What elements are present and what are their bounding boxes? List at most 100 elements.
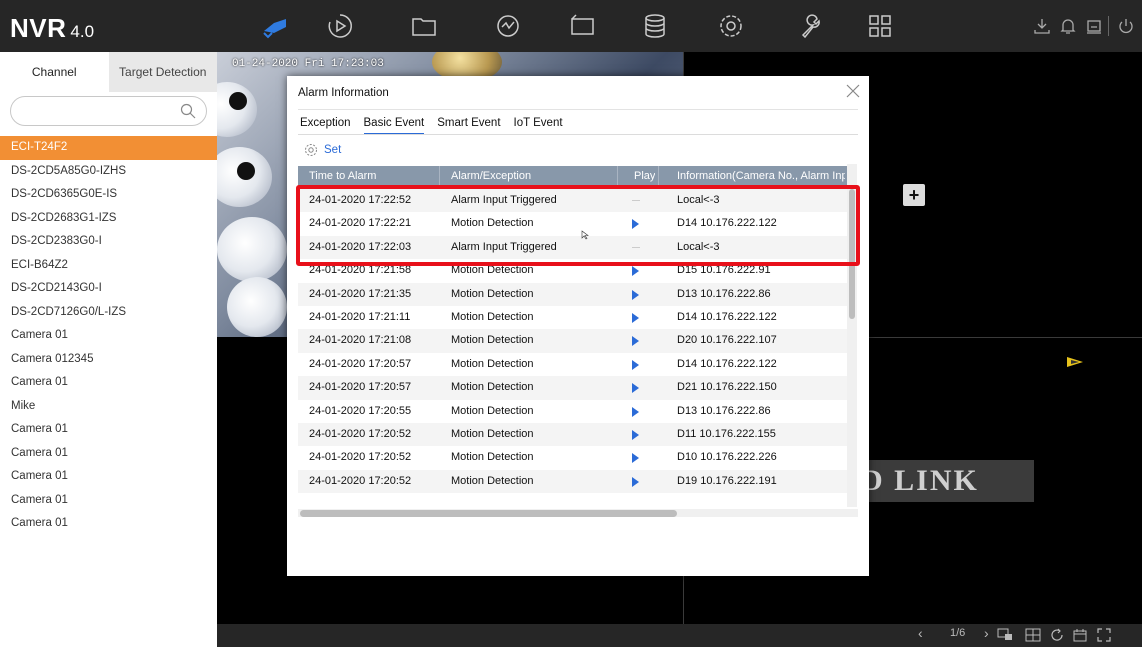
alarm-table-row[interactable]: 24-01-2020 17:20:57 Motion Detection D21 1…	[298, 376, 847, 400]
tab-iot-event[interactable]: IoT Event	[514, 117, 563, 135]
channel-list-item[interactable]: Mike	[0, 395, 217, 419]
refresh-icon[interactable]	[1049, 627, 1065, 643]
alarm-table-row[interactable]: 24-01-2020 17:20:52 Motion Detection D19 1…	[298, 469, 847, 494]
layout-grid-icon[interactable]	[1025, 628, 1041, 642]
bottom-toolbar: ‹ 1/6 ›	[217, 624, 1142, 647]
play-icon[interactable]	[632, 476, 639, 487]
alarm-event-cell: Motion Detection	[451, 474, 534, 487]
channel-list-item[interactable]: DS-2CD2683G1-IZS	[0, 207, 217, 231]
page-indicator: 1/6	[950, 627, 966, 639]
alarm-table-row[interactable]: 24-01-2020 17:20:52 Motion Detection D10 1…	[298, 446, 847, 469]
bell-icon[interactable]	[1058, 16, 1078, 36]
alarm-time-cell: 24-01-2020 17:20:55	[309, 404, 412, 417]
play-icon[interactable]	[632, 289, 639, 300]
storage-icon[interactable]	[637, 10, 673, 42]
play-icon[interactable]	[632, 312, 639, 323]
channel-list-item[interactable]: Camera 01	[0, 489, 217, 513]
alarm-table-row[interactable]: 24-01-2020 17:21:08 Motion Detection D20 1…	[298, 329, 847, 353]
column-header-time[interactable]: Time to Alarm	[309, 170, 376, 182]
alarm-table-row[interactable]: 24-01-2020 17:20:55 Motion Detection D13 1…	[298, 400, 847, 423]
channel-list-item[interactable]: Camera 01	[0, 465, 217, 489]
column-header-alarm-exception[interactable]: Alarm/Exception	[451, 170, 531, 182]
alarm-info-cell: D14 10.176.222.122	[677, 357, 777, 370]
play-icon[interactable]	[632, 453, 639, 464]
smart-analysis-icon[interactable]	[490, 10, 526, 42]
play-icon[interactable]	[632, 383, 639, 394]
alarm-event-cell: Motion Detection	[451, 334, 534, 347]
channel-list-item[interactable]: Camera 01	[0, 371, 217, 395]
tab-basic-event[interactable]: Basic Event	[363, 117, 425, 135]
maintenance-wrench-icon[interactable]	[792, 10, 828, 42]
toolbar-divider	[1108, 16, 1109, 36]
live-view-camera-icon[interactable]	[257, 10, 293, 42]
grid-layout-icon[interactable]	[862, 10, 898, 42]
next-page-icon[interactable]: ›	[984, 625, 989, 641]
alarm-info-cell: D20 10.176.222.107	[677, 334, 777, 347]
channel-list-item[interactable]: Camera 01	[0, 512, 217, 536]
column-header-play[interactable]: Play	[634, 170, 655, 182]
alarm-table-row[interactable]: 24-01-2020 17:20:52 Motion Detection D11 1…	[298, 422, 847, 447]
search-icon[interactable]	[180, 103, 196, 119]
channel-list-item[interactable]: DS-2CD6365G0E-IS	[0, 183, 217, 207]
alarm-time-cell: 24-01-2020 17:21:35	[309, 287, 412, 300]
tab-smart-event[interactable]: Smart Event	[437, 117, 500, 135]
add-camera-button[interactable]: +	[903, 184, 925, 206]
playback-icon[interactable]	[322, 10, 358, 42]
set-button[interactable]: Set	[304, 143, 341, 157]
channel-list-item[interactable]: DS-2CD7126G0/L-IZS	[0, 301, 217, 325]
tabs-underline	[298, 134, 858, 135]
alarm-info-cell: D19 10.176.222.191	[677, 474, 777, 487]
alarm-time-cell: 24-01-2020 17:20:57	[309, 381, 412, 394]
channel-search-input[interactable]	[10, 96, 207, 126]
horizontal-scroll-thumb[interactable]	[300, 510, 677, 517]
play-icon[interactable]	[632, 406, 639, 417]
tab-exception[interactable]: Exception	[300, 117, 351, 135]
horizontal-scrollbar[interactable]	[298, 509, 858, 517]
channel-list-item[interactable]: DS-2CD5A85G0-IZHS	[0, 160, 217, 184]
header-separator	[617, 166, 618, 186]
channel-list-item[interactable]: Camera 012345	[0, 348, 217, 372]
prev-page-icon[interactable]: ‹	[918, 625, 923, 641]
close-icon[interactable]	[845, 83, 861, 99]
folder-icon[interactable]	[406, 10, 442, 42]
play-icon[interactable]	[632, 266, 639, 277]
header-separator	[658, 166, 659, 186]
alarm-time-cell: 24-01-2020 17:20:52	[309, 451, 412, 464]
power-icon[interactable]	[1116, 16, 1136, 36]
fullscreen-icon[interactable]	[1096, 627, 1112, 643]
alarm-info-cell: D11 10.176.222.155	[677, 427, 776, 440]
alarm-table-row[interactable]: 24-01-2020 17:21:11 Motion Detection D14 1…	[298, 306, 847, 329]
alarm-table-row[interactable]: 24-01-2020 17:21:35 Motion Detection D13 1…	[298, 282, 847, 306]
play-icon[interactable]	[632, 359, 639, 370]
channel-list-item[interactable]: ECI-B64Z2	[0, 254, 217, 278]
screen-output-icon[interactable]	[997, 628, 1013, 642]
channel-list-item[interactable]: Camera 01	[0, 324, 217, 348]
play-icon[interactable]	[632, 429, 639, 440]
gear-icon	[305, 144, 317, 156]
tab-target-detection[interactable]: Target Detection	[108, 52, 217, 92]
column-header-information[interactable]: Information(Camera No., Alarm Input	[677, 170, 845, 182]
alarm-event-cell: Motion Detection	[451, 427, 534, 440]
title-divider	[298, 109, 858, 110]
calendar-playback-icon[interactable]	[1072, 627, 1088, 643]
tab-channel[interactable]: Channel	[0, 52, 109, 92]
alarm-time-cell: 24-01-2020 17:20:57	[309, 357, 412, 370]
highlight-annotation-box	[296, 185, 860, 266]
alarm-icon[interactable]	[1084, 16, 1104, 36]
video-osd-timestamp: 01-24-2020 Fri 17:23:03	[232, 58, 384, 70]
download-icon[interactable]	[1032, 16, 1052, 36]
channel-list-item[interactable]: Camera 01	[0, 418, 217, 442]
alarm-table-row[interactable]: 24-01-2020 17:20:57 Motion Detection D14 1…	[298, 353, 847, 376]
alarm-event-cell: Motion Detection	[451, 381, 534, 394]
channel-list-item[interactable]: ECI-T24F2	[0, 136, 217, 160]
channel-list-item[interactable]: DS-2CD2383G0-I	[0, 230, 217, 254]
channel-list-item[interactable]: Camera 01	[0, 442, 217, 466]
play-icon[interactable]	[632, 336, 639, 347]
motion-alert-icon	[1067, 357, 1083, 367]
video-wall-icon[interactable]	[564, 10, 600, 42]
channel-list: ECI-T24F2 DS-2CD5A85G0-IZHS DS-2CD6365G0E-…	[0, 136, 217, 536]
channel-list-item[interactable]: DS-2CD2143G0-I	[0, 277, 217, 301]
table-header: Time to Alarm Alarm/Exception Play Infor…	[298, 166, 847, 186]
settings-gear-icon[interactable]	[713, 10, 749, 42]
nvr-app: NVR 4.0 Channel Target Detection ECI-T24…	[0, 0, 1142, 647]
